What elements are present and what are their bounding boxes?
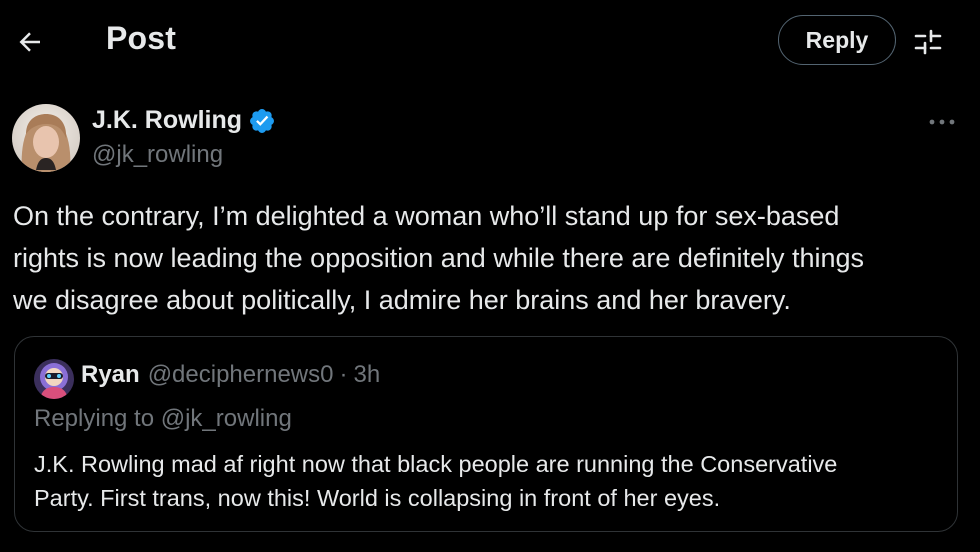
author-avatar[interactable] <box>12 104 80 172</box>
separator-dot: · <box>339 361 348 388</box>
quoted-post-time: 3h <box>353 361 381 388</box>
quoted-author-name: Ryan <box>81 361 140 388</box>
arrow-left-icon <box>19 32 40 52</box>
quoted-post-card[interactable]: Ryan @deciphernews0 · 3h Replying to @jk… <box>14 336 958 532</box>
quoted-author-avatar <box>34 359 74 399</box>
verified-badge-icon <box>248 107 276 135</box>
replying-to-label: Replying to @jk_rowling <box>34 405 292 432</box>
page-title: Post <box>106 20 177 56</box>
quoted-author-handle: @deciphernews0 <box>147 361 334 388</box>
quoted-post-text: J.K. Rowling mad af right now that black… <box>34 451 838 511</box>
reply-button[interactable]: Reply <box>778 15 896 65</box>
sliders-icon <box>914 29 942 55</box>
more-button[interactable] <box>924 106 960 138</box>
more-horizontal-icon <box>929 119 955 125</box>
author-name-row[interactable]: J.K. Rowling <box>92 106 276 135</box>
top-bar: Post Reply <box>0 0 980 84</box>
post-text: On the contrary, I’m delighted a woman w… <box>13 201 865 315</box>
settings-button[interactable] <box>908 24 948 60</box>
author-handle[interactable]: @jk_rowling <box>92 141 223 169</box>
author-name: J.K. Rowling <box>92 106 242 134</box>
back-button[interactable] <box>14 26 46 58</box>
avatar-image <box>12 104 80 172</box>
quoted-post-header: Ryan @deciphernews0 · 3h <box>81 361 380 389</box>
